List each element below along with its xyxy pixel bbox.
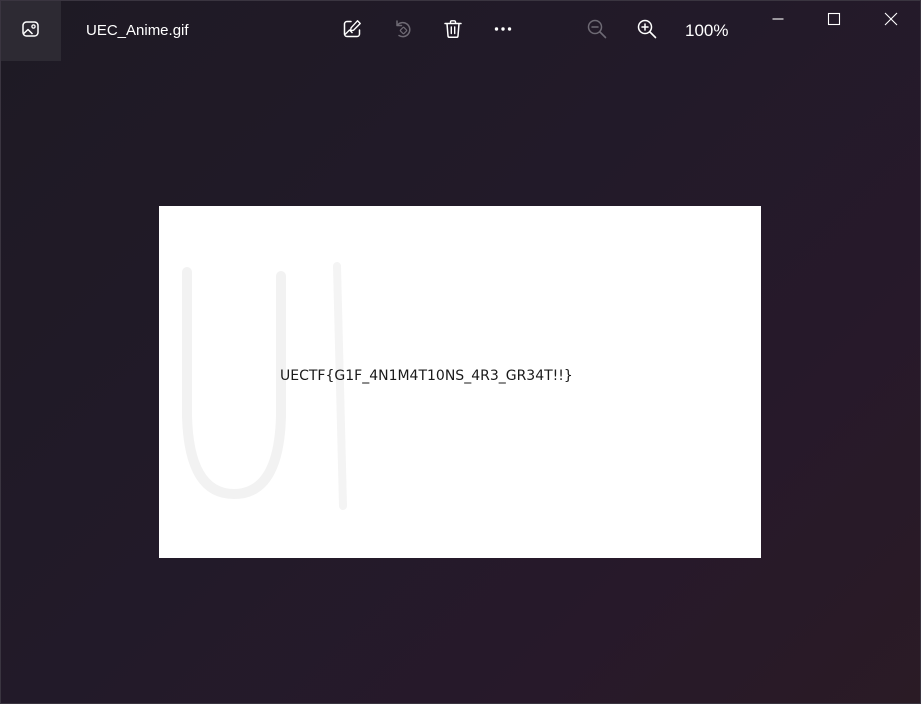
file-name-title: UEC_Anime.gif <box>86 22 189 39</box>
zoom-in-button[interactable] <box>629 13 665 49</box>
more-options-button[interactable] <box>485 13 521 49</box>
title-bar: UEC_Anime.gif 100% <box>1 1 920 61</box>
rotate-button[interactable] <box>385 13 421 49</box>
photos-viewer-window: UEC_Anime.gif 100% UECTF{G1F_4N1M4T10NS_… <box>0 0 921 704</box>
close-button[interactable] <box>863 1 919 41</box>
edit-image-button[interactable] <box>334 13 370 49</box>
photos-app-icon <box>21 19 41 44</box>
maximize-button[interactable] <box>806 1 862 41</box>
image-flag-text: UECTF{G1F_4N1M4T10NS_4R3_GR34T!!} <box>280 368 573 384</box>
zoom-in-icon <box>636 18 658 45</box>
minimize-button[interactable] <box>750 1 806 41</box>
trash-icon <box>442 18 464 45</box>
maximize-icon <box>827 12 841 31</box>
more-options-icon <box>492 18 514 45</box>
edit-image-icon <box>341 18 363 45</box>
zoom-out-icon <box>586 18 608 45</box>
app-icon-button[interactable] <box>1 1 61 61</box>
image-canvas[interactable]: UECTF{G1F_4N1M4T10NS_4R3_GR34T!!} <box>159 206 761 558</box>
delete-button[interactable] <box>435 13 471 49</box>
minimize-icon <box>771 12 785 31</box>
close-icon <box>884 12 898 31</box>
zoom-out-button[interactable] <box>579 13 615 49</box>
zoom-level-button[interactable]: 100% <box>685 21 728 41</box>
rotate-icon <box>392 18 414 45</box>
